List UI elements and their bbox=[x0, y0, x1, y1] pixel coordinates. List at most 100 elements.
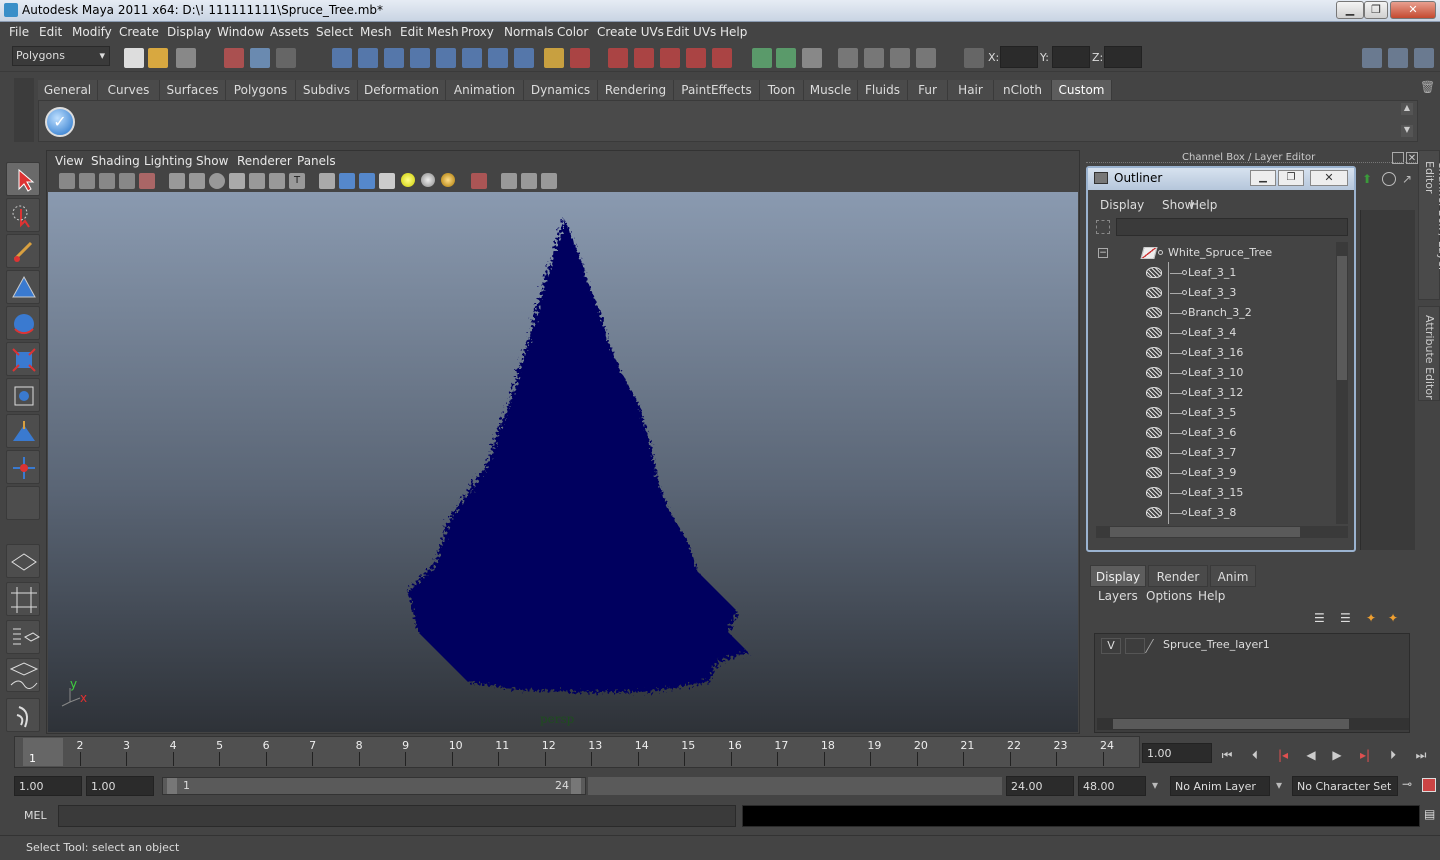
z-field[interactable] bbox=[1104, 46, 1142, 68]
step-forward-frame-icon[interactable]: ⏵ bbox=[1382, 745, 1404, 765]
anim-layer-dropdown[interactable]: No Anim Layer bbox=[1170, 776, 1270, 796]
shelf-options-strip[interactable] bbox=[14, 78, 34, 142]
viewport-menu-renderer[interactable]: Renderer bbox=[237, 154, 292, 168]
camera-attributes-icon[interactable] bbox=[79, 173, 95, 189]
gate-mask-icon[interactable] bbox=[229, 173, 245, 189]
xray-joints-icon[interactable] bbox=[521, 173, 537, 189]
outliner-menu-display[interactable]: Display bbox=[1100, 198, 1144, 212]
smooth-shade-icon[interactable] bbox=[339, 173, 355, 189]
viewport-menu-shading[interactable]: Shading bbox=[91, 154, 140, 168]
toggle-attribute-editor-icon[interactable] bbox=[1362, 48, 1382, 68]
outliner-maximize-button[interactable]: ❐ bbox=[1278, 170, 1304, 186]
grid-toggle-icon[interactable] bbox=[169, 173, 185, 189]
shelf-tab-muscle[interactable]: Muscle bbox=[804, 80, 858, 100]
go-to-start-icon[interactable]: ⏮ bbox=[1216, 745, 1238, 765]
menu-help[interactable]: Help bbox=[720, 25, 747, 39]
mask-misc-icon[interactable] bbox=[514, 48, 534, 68]
snap-view-plane-icon[interactable] bbox=[686, 48, 706, 68]
viewport-menu-panels[interactable]: Panels bbox=[297, 154, 336, 168]
play-backwards-icon[interactable]: ◀ bbox=[1300, 745, 1322, 765]
play-forwards-icon[interactable]: ▶ bbox=[1326, 745, 1348, 765]
shelf-tab-subdivs[interactable]: Subdivs bbox=[296, 80, 358, 100]
go-to-end-icon[interactable]: ⏭ bbox=[1410, 745, 1432, 765]
shelf-tab-general[interactable]: General bbox=[38, 80, 98, 100]
lock-selection-icon[interactable] bbox=[544, 48, 564, 68]
outliner-minimize-button[interactable]: ▁ bbox=[1250, 170, 1276, 186]
perspective-viewport[interactable]: y x persp bbox=[48, 192, 1078, 732]
maximize-button[interactable]: ❐ bbox=[1364, 1, 1388, 19]
default-lighting-icon[interactable] bbox=[401, 173, 415, 187]
layer-tab-render[interactable]: Render bbox=[1148, 565, 1208, 587]
outliner-item[interactable]: Branch_3_2 bbox=[1096, 303, 1336, 323]
snap-grid-icon[interactable] bbox=[608, 48, 628, 68]
shelf-tab-deformation[interactable]: Deformation bbox=[358, 80, 446, 100]
outliner-item[interactable]: Leaf_3_16 bbox=[1096, 343, 1336, 363]
rotate-tool-icon[interactable] bbox=[6, 306, 40, 340]
input-ops-icon[interactable] bbox=[752, 48, 772, 68]
animation-start-field[interactable]: 1.00 bbox=[14, 776, 82, 796]
outliner-title-bar[interactable]: Outliner ▁ ❐ ✕ bbox=[1088, 168, 1354, 190]
shadows-icon[interactable] bbox=[441, 173, 455, 187]
bookmark-icon[interactable] bbox=[99, 173, 115, 189]
auto-key-icon[interactable]: ⊸ bbox=[1402, 777, 1412, 791]
menu-mesh[interactable]: Mesh bbox=[360, 25, 392, 39]
shelf-tab-animation[interactable]: Animation bbox=[446, 80, 524, 100]
toggle-tool-settings-icon[interactable] bbox=[1388, 48, 1408, 68]
textured-icon[interactable] bbox=[379, 173, 395, 189]
camera-select-icon[interactable] bbox=[59, 173, 75, 189]
menu-assets[interactable]: Assets bbox=[270, 25, 309, 39]
select-tool-icon[interactable] bbox=[6, 162, 40, 196]
image-plane-icon[interactable] bbox=[119, 173, 135, 189]
menu-proxy[interactable]: Proxy bbox=[461, 25, 494, 39]
outliner-item[interactable]: Leaf_3_5 bbox=[1096, 403, 1336, 423]
menu-create[interactable]: Create bbox=[119, 25, 159, 39]
shelf-scroll-up-icon[interactable]: ▲ bbox=[1401, 103, 1413, 115]
trash-icon[interactable]: 🗑 bbox=[1420, 80, 1435, 96]
new-layer-icon[interactable]: ✦ bbox=[1366, 611, 1384, 627]
outliner-item[interactable]: Leaf_3_1 bbox=[1096, 263, 1336, 283]
highlight-selection-icon[interactable] bbox=[570, 48, 590, 68]
mask-curves-icon[interactable] bbox=[384, 48, 404, 68]
layer-menu-options[interactable]: Options bbox=[1146, 589, 1192, 603]
field-chart-icon[interactable] bbox=[249, 173, 265, 189]
lasso-tool-icon[interactable] bbox=[6, 198, 40, 232]
layer-tab-anim[interactable]: Anim bbox=[1210, 565, 1256, 587]
outliner-item[interactable]: Leaf_3_9 bbox=[1096, 463, 1336, 483]
menu-create-uvs[interactable]: Create UVs bbox=[597, 25, 664, 39]
last-tool-icon[interactable] bbox=[6, 486, 40, 520]
toggle-channel-box-icon[interactable] bbox=[1414, 48, 1434, 68]
2d-pan-zoom-icon[interactable] bbox=[139, 173, 155, 189]
layer-menu-layers[interactable]: Layers bbox=[1098, 589, 1138, 603]
viewport-menu-show[interactable]: Show bbox=[196, 154, 228, 168]
history-icon[interactable] bbox=[802, 48, 822, 68]
y-field[interactable] bbox=[1052, 46, 1090, 68]
outliner-item[interactable]: Leaf_3_10 bbox=[1096, 363, 1336, 383]
move-layer-down-icon[interactable]: ☰ bbox=[1340, 611, 1358, 627]
playback-start-field[interactable]: 1.00 bbox=[86, 776, 154, 796]
xray-icon[interactable] bbox=[501, 173, 517, 189]
move-tool-icon[interactable] bbox=[6, 270, 40, 304]
viewport-menu-view[interactable]: View bbox=[55, 154, 83, 168]
isolate-select-icon[interactable] bbox=[471, 173, 487, 189]
outliner-item[interactable]: Leaf_3_6 bbox=[1096, 423, 1336, 443]
snap-point-icon[interactable] bbox=[660, 48, 680, 68]
channel-options-icon[interactable] bbox=[1382, 172, 1396, 186]
outliner-item[interactable]: Leaf_3_3 bbox=[1096, 283, 1336, 303]
scale-tool-icon[interactable] bbox=[6, 342, 40, 376]
close-button[interactable]: ✕ bbox=[1390, 1, 1436, 19]
layer-menu-help[interactable]: Help bbox=[1198, 589, 1225, 603]
menu-modify[interactable]: Modify bbox=[72, 25, 112, 39]
select-hierarchy-icon[interactable] bbox=[224, 48, 244, 68]
ipr-render-icon[interactable] bbox=[890, 48, 910, 68]
resolution-gate-icon[interactable] bbox=[209, 173, 225, 189]
menu-file[interactable]: File bbox=[9, 25, 29, 39]
menu-edit-uvs[interactable]: Edit UVs bbox=[666, 25, 716, 39]
layer-horizontal-scrollbar[interactable] bbox=[1097, 718, 1409, 730]
select-component-icon[interactable] bbox=[276, 48, 296, 68]
animation-preferences-icon[interactable] bbox=[1422, 778, 1436, 792]
outliner-item[interactable]: Leaf_3_4 bbox=[1096, 323, 1336, 343]
select-object-icon[interactable] bbox=[250, 48, 270, 68]
range-start-handle[interactable] bbox=[167, 778, 177, 794]
new-scene-icon[interactable] bbox=[124, 48, 144, 68]
shelf-tab-curves[interactable]: Curves bbox=[98, 80, 160, 100]
